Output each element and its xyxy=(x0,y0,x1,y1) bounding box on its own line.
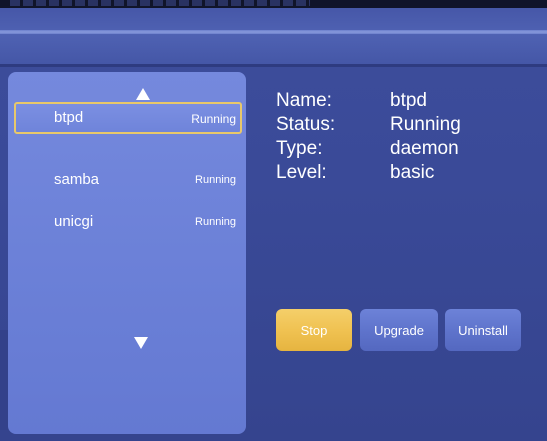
list-item-unicgi[interactable]: unicgi Running xyxy=(14,206,242,238)
screen: btpd Running samba Running unicgi Runnin… xyxy=(0,0,547,441)
level-value: basic xyxy=(390,162,435,183)
name-value: btpd xyxy=(390,90,427,111)
service-status: Running xyxy=(195,216,236,228)
header-bottom-line xyxy=(0,64,547,67)
triangle-down-icon[interactable] xyxy=(134,337,148,349)
header-band xyxy=(0,8,547,66)
status-value: Running xyxy=(390,114,461,135)
top-bar-pattern xyxy=(10,0,310,6)
status-label: Status: xyxy=(276,114,336,135)
service-status: Running xyxy=(191,112,236,126)
type-label: Type: xyxy=(276,138,323,159)
service-name: samba xyxy=(54,171,100,188)
left-edge xyxy=(0,330,8,430)
uninstall-button[interactable]: Uninstall xyxy=(445,309,521,351)
name-label: Name: xyxy=(276,90,332,111)
service-name: unicgi xyxy=(54,213,94,230)
list-item-samba[interactable]: samba Running xyxy=(14,164,242,196)
service-name: btpd xyxy=(54,109,84,126)
service-list: btpd Running samba Running unicgi Runnin… xyxy=(8,72,246,434)
level-label: Level: xyxy=(276,162,327,183)
triangle-up-icon[interactable] xyxy=(136,88,150,100)
list-item-btpd[interactable]: btpd Running xyxy=(14,102,242,134)
upgrade-button[interactable]: Upgrade xyxy=(360,309,438,351)
header-divider xyxy=(0,30,547,34)
service-status: Running xyxy=(195,174,236,186)
stop-button[interactable]: Stop xyxy=(276,309,352,351)
type-value: daemon xyxy=(390,138,459,159)
